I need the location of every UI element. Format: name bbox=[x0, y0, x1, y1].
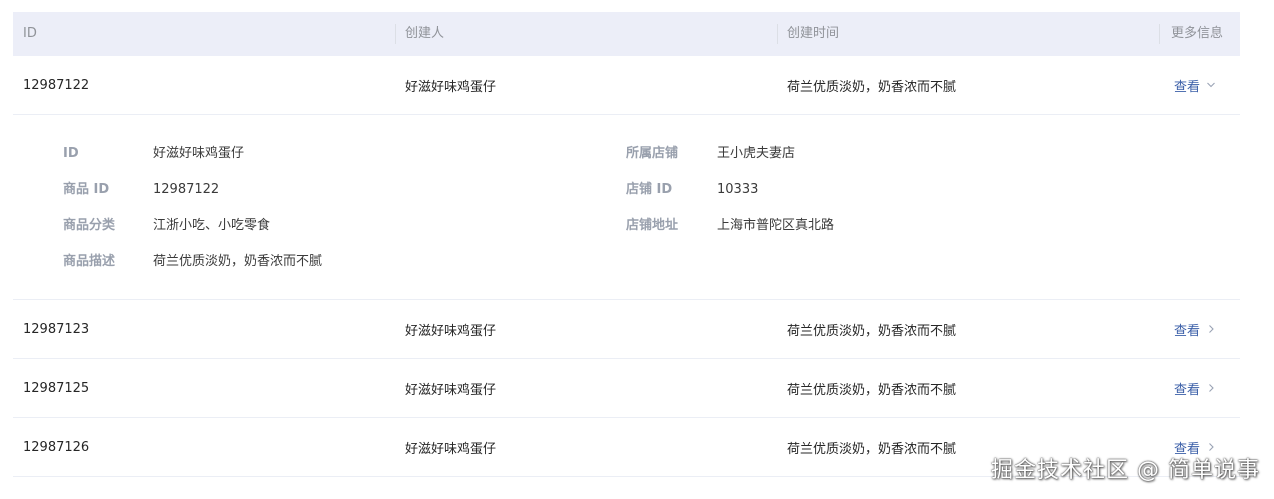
table-header: ID 创建人 创建时间 更多信息 bbox=[13, 12, 1240, 56]
detail-value: 上海市普陀区真北路 bbox=[717, 218, 835, 233]
table-row: 12987123 好滋好味鸡蛋仔 荷兰优质淡奶，奶香浓而不腻 查看 bbox=[13, 300, 1240, 359]
expanded-detail-panel: ID 好滋好味鸡蛋仔 商品 ID 12987122 商品分类 江浙小吃、小吃零食… bbox=[13, 115, 1240, 300]
view-button[interactable]: 查看 bbox=[1174, 379, 1216, 398]
detail-item: 店铺 ID 10333 bbox=[626, 180, 758, 200]
detail-item: 店铺地址 上海市普陀区真北路 bbox=[626, 216, 834, 236]
view-label: 查看 bbox=[1174, 382, 1201, 398]
chevron-right-icon bbox=[1209, 325, 1214, 333]
row-creator: 好滋好味鸡蛋仔 bbox=[405, 441, 497, 457]
detail-label: 商品描述 bbox=[63, 254, 116, 269]
row-id: 12987123 bbox=[23, 321, 90, 337]
detail-value: 江浙小吃、小吃零食 bbox=[153, 218, 271, 233]
header-created-time: 创建时间 bbox=[777, 12, 1159, 56]
data-table: ID 创建人 创建时间 更多信息 12987122 好滋好味鸡蛋仔 荷兰优质淡奶… bbox=[13, 12, 1240, 477]
row-creator: 好滋好味鸡蛋仔 bbox=[405, 382, 497, 398]
header-more-info: 更多信息 bbox=[1159, 12, 1240, 56]
detail-item: 商品分类 江浙小吃、小吃零食 bbox=[63, 216, 270, 236]
watermark-text: 掘金技术社区 @ 简单说事 bbox=[991, 458, 1260, 483]
chevron-right-icon bbox=[1209, 384, 1214, 392]
row-description: 荷兰优质淡奶，奶香浓而不腻 bbox=[787, 79, 957, 95]
detail-label: ID bbox=[63, 146, 79, 161]
view-button[interactable]: 查看 bbox=[1174, 76, 1216, 95]
detail-item: 所属店铺 王小虎夫妻店 bbox=[626, 144, 795, 164]
table-row: 12987122 好滋好味鸡蛋仔 荷兰优质淡奶，奶香浓而不腻 查看 bbox=[13, 56, 1240, 115]
header-id: ID bbox=[23, 26, 37, 41]
detail-label: 店铺地址 bbox=[626, 218, 679, 233]
detail-item: 商品 ID 12987122 bbox=[63, 180, 219, 200]
detail-value: 好滋好味鸡蛋仔 bbox=[153, 146, 245, 161]
detail-value: 10333 bbox=[717, 182, 759, 197]
row-creator: 好滋好味鸡蛋仔 bbox=[405, 79, 497, 95]
detail-label: 商品分类 bbox=[63, 218, 116, 233]
row-description: 荷兰优质淡奶，奶香浓而不腻 bbox=[787, 323, 957, 339]
header-creator: 创建人 bbox=[395, 12, 777, 56]
detail-item: 商品描述 荷兰优质淡奶，奶香浓而不腻 bbox=[63, 252, 322, 272]
row-id: 12987125 bbox=[23, 380, 90, 396]
detail-item: ID 好滋好味鸡蛋仔 bbox=[63, 144, 244, 164]
table-row: 12987125 好滋好味鸡蛋仔 荷兰优质淡奶，奶香浓而不腻 查看 bbox=[13, 359, 1240, 418]
view-button[interactable]: 查看 bbox=[1174, 320, 1216, 339]
chevron-down-icon bbox=[1207, 82, 1215, 88]
view-label: 查看 bbox=[1174, 323, 1201, 339]
detail-value: 荷兰优质淡奶，奶香浓而不腻 bbox=[153, 254, 323, 269]
view-label: 查看 bbox=[1174, 79, 1201, 95]
row-id: 12987122 bbox=[23, 77, 90, 93]
detail-value: 12987122 bbox=[153, 182, 220, 197]
detail-value: 王小虎夫妻店 bbox=[717, 146, 796, 161]
chevron-right-icon bbox=[1209, 443, 1214, 451]
row-creator: 好滋好味鸡蛋仔 bbox=[405, 323, 497, 339]
detail-label: 商品 ID bbox=[63, 182, 110, 197]
detail-label: 所属店铺 bbox=[626, 146, 679, 161]
row-description: 荷兰优质淡奶，奶香浓而不腻 bbox=[787, 382, 957, 398]
row-id: 12987126 bbox=[23, 439, 90, 455]
detail-label: 店铺 ID bbox=[626, 182, 673, 197]
